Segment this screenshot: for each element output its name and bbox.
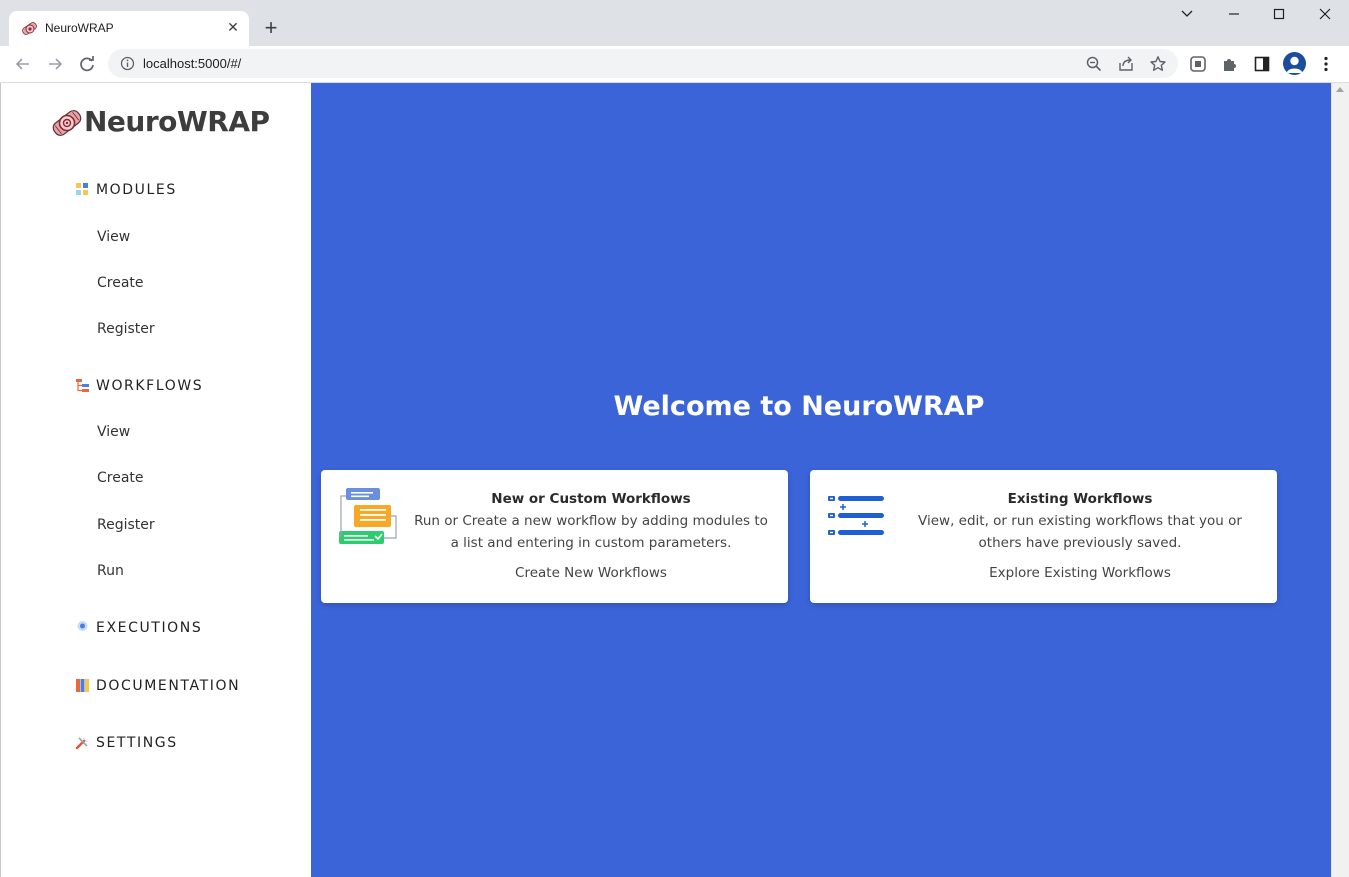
neurowrap-favicon-icon: [22, 22, 37, 35]
neurowrap-logo-icon: [52, 110, 82, 136]
sidebar-item-workflows-run[interactable]: Run: [97, 563, 124, 579]
sidebar-item-workflows-register[interactable]: Register: [97, 517, 155, 533]
bookmark-star-icon[interactable]: [1149, 55, 1167, 73]
extension-app-icon[interactable]: [1189, 55, 1207, 73]
reload-icon[interactable]: [76, 53, 98, 75]
url-text[interactable]: localhost:5000/#/: [143, 56, 241, 71]
workflow-list-illustration-icon: [828, 496, 884, 535]
workflows-icon: [76, 379, 89, 392]
new-tab-button[interactable]: +: [260, 17, 282, 39]
sidebar-section-label: MODULES: [96, 182, 177, 198]
browser-toolbar: localhost:5000/#/: [0, 46, 1349, 83]
card-title: New or Custom Workflows: [491, 491, 691, 507]
sidebar-item-modules-register[interactable]: Register: [97, 321, 155, 337]
close-window-icon[interactable]: [1313, 3, 1337, 25]
maximize-icon[interactable]: [1267, 3, 1291, 25]
card-title: Existing Workflows: [1007, 491, 1153, 507]
profile-avatar[interactable]: [1283, 52, 1306, 75]
extensions-puzzle-icon[interactable]: [1221, 55, 1239, 73]
card-description: View, edit, or run existing workflows th…: [918, 513, 1242, 551]
forward-icon[interactable]: [44, 53, 66, 75]
explore-existing-workflows-link[interactable]: Explore Existing Workflows: [900, 565, 1260, 581]
page-scrollbar[interactable]: [1331, 83, 1349, 877]
sidebar-item-workflows-create[interactable]: Create: [97, 470, 144, 486]
executions-icon: [77, 621, 88, 631]
brand-name: NeuroWRAP: [84, 105, 270, 138]
tab-search-icon[interactable]: [1175, 3, 1199, 25]
site-info-icon[interactable]: [120, 56, 135, 71]
browser-menu-icon[interactable]: [1317, 55, 1335, 73]
sidebar-item-modules-create[interactable]: Create: [97, 275, 144, 291]
share-icon[interactable]: [1117, 55, 1135, 73]
sidebar-item-modules-view[interactable]: View: [97, 229, 130, 245]
modules-icon: [76, 183, 88, 195]
card-text: Existing Workflows View, edit, or run ex…: [900, 490, 1260, 554]
main-content: Welcome to NeuroWRAP New or Custom Workf…: [311, 83, 1331, 877]
scroll-up-arrow-icon[interactable]: [1336, 87, 1344, 92]
card-new-workflows[interactable]: New or Custom Workflows Run or Create a …: [321, 470, 788, 603]
sidebar-section-label: WORKFLOWS: [96, 378, 204, 394]
card-description: Run or Create a new workflow by adding m…: [414, 513, 768, 551]
zoom-icon[interactable]: [1085, 55, 1103, 73]
sidebar-section-label: DOCUMENTATION: [96, 678, 241, 694]
minimize-icon[interactable]: [1222, 3, 1246, 25]
settings-icon: [75, 737, 88, 750]
sidebar-section-label: EXECUTIONS: [96, 620, 203, 636]
browser-tab[interactable]: NeuroWRAP ✕: [9, 11, 249, 46]
side-panel-icon[interactable]: [1253, 55, 1271, 73]
back-icon[interactable]: [12, 53, 34, 75]
tab-title: NeuroWRAP: [45, 21, 114, 35]
create-new-workflows-link[interactable]: Create New Workflows: [411, 565, 771, 581]
custom-workflow-illustration-icon: [339, 488, 397, 544]
sidebar-section-label: SETTINGS: [96, 735, 178, 751]
app-page: NeuroWRAP MODULES View Create Register W…: [0, 83, 1349, 877]
documentation-icon: [76, 679, 89, 692]
address-bar[interactable]: localhost:5000/#/: [108, 49, 1178, 78]
browser-tabstrip: NeuroWRAP ✕ +: [0, 0, 1349, 46]
welcome-heading: Welcome to NeuroWRAP: [613, 391, 985, 422]
close-tab-icon[interactable]: ✕: [224, 18, 242, 36]
card-existing-workflows[interactable]: Existing Workflows View, edit, or run ex…: [810, 470, 1277, 603]
sidebar: NeuroWRAP MODULES View Create Register W…: [0, 83, 311, 877]
card-text: New or Custom Workflows Run or Create a …: [411, 490, 771, 554]
sidebar-item-workflows-view[interactable]: View: [97, 424, 130, 440]
